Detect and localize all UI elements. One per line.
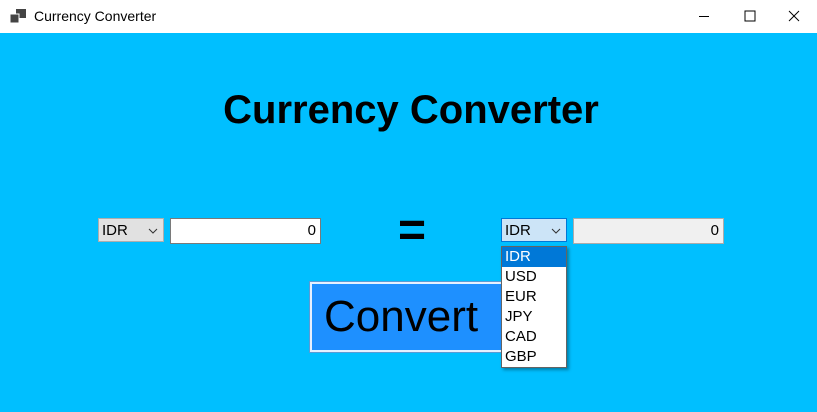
to-currency-value: IDR bbox=[505, 222, 531, 239]
window-title: Currency Converter bbox=[34, 8, 157, 24]
equals-sign: = bbox=[397, 204, 427, 257]
from-currency-value: IDR bbox=[102, 222, 128, 239]
chevron-down-icon bbox=[551, 228, 561, 234]
chevron-down-icon bbox=[148, 228, 158, 234]
close-icon bbox=[788, 10, 800, 21]
dropdown-option-idr[interactable]: IDR bbox=[502, 247, 566, 267]
currency-dropdown-list: IDR USD EUR JPY CAD GBP bbox=[501, 246, 567, 368]
convert-button[interactable]: Convert bbox=[309, 281, 507, 353]
close-button[interactable] bbox=[771, 0, 817, 31]
maximize-button[interactable] bbox=[727, 0, 773, 31]
maximize-icon bbox=[744, 10, 756, 21]
app-window: Currency Converter Currency Converter ID… bbox=[0, 0, 817, 412]
dropdown-option-jpy[interactable]: JPY bbox=[502, 307, 566, 327]
dropdown-option-gbp[interactable]: GBP bbox=[502, 347, 566, 367]
dropdown-option-eur[interactable]: EUR bbox=[502, 287, 566, 307]
from-currency-select[interactable]: IDR bbox=[98, 218, 164, 242]
from-amount-input[interactable]: 0 bbox=[170, 218, 321, 244]
page-title: Currency Converter bbox=[223, 88, 599, 132]
to-amount-output: 0 bbox=[573, 218, 724, 244]
dropdown-option-usd[interactable]: USD bbox=[502, 267, 566, 287]
app-icon bbox=[9, 9, 26, 24]
title-bar: Currency Converter bbox=[0, 0, 817, 33]
minimize-button[interactable] bbox=[681, 0, 727, 31]
dropdown-option-cad[interactable]: CAD bbox=[502, 327, 566, 347]
minimize-icon bbox=[699, 15, 709, 17]
to-currency-select[interactable]: IDR bbox=[501, 218, 567, 242]
